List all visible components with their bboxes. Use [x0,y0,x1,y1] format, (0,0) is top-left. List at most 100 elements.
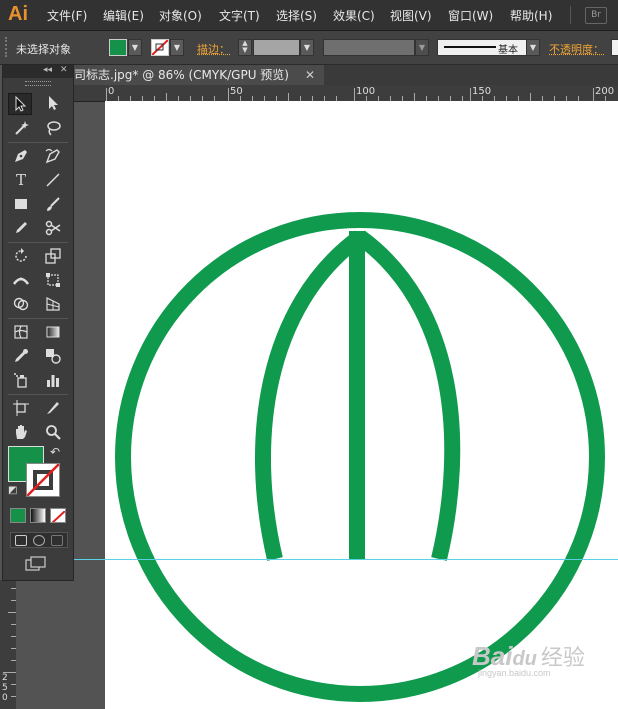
paintbrush-tool[interactable] [42,194,64,214]
stroke-weight-dropdown[interactable]: ▼ [300,39,314,56]
pencil-tool[interactable] [10,218,32,238]
menu-object[interactable]: 对象(O) [159,7,202,24]
eyedropper-tool[interactable] [10,346,32,366]
shape-builder-tool[interactable] [10,294,32,314]
bridge-button[interactable]: Br [585,7,607,24]
tools-panel-header[interactable]: ◂◂ ✕ [3,65,73,78]
menu-select[interactable]: 选择(S) [276,7,317,24]
pen-tool[interactable] [10,146,32,166]
fill-swatch[interactable] [109,39,127,56]
direct-selection-tool[interactable] [42,93,64,113]
symbol-sprayer-tool[interactable] [10,370,32,390]
opacity-field[interactable] [611,39,618,56]
variable-width-profile[interactable] [323,39,415,56]
slice-tool[interactable] [42,398,64,418]
pencil-icon [16,222,27,233]
menu-help[interactable]: 帮助(H) [510,7,552,24]
document-tab-bar: 司标志.jpg* @ 86% (CMYK/GPU 预览) ✕ [72,65,618,85]
artboard-tool[interactable] [10,398,32,418]
panel-grip[interactable] [3,78,73,88]
stroke-label[interactable]: 描边： [197,41,230,57]
stroke-weight-field[interactable] [253,39,300,56]
vruler-digit-5: 5 [2,683,8,693]
vertical-ruler[interactable]: 2 5 0 [0,580,16,709]
selection-tool[interactable] [8,93,32,115]
tools-panel: ◂◂ ✕ T ↶ ◩ [2,64,74,581]
scissors-tool[interactable] [42,218,64,238]
fill-dropdown[interactable]: ▼ [128,39,142,56]
profile-dropdown[interactable]: ▼ [415,39,429,56]
artboard[interactable] [105,101,618,709]
pen-icon [15,150,27,162]
ruler-label-0: 0 [108,86,115,97]
artboard-icon [13,400,29,416]
control-grip[interactable] [5,37,9,57]
width-tool[interactable] [10,270,32,290]
draw-behind-icon[interactable] [33,535,45,546]
stroke-dropdown[interactable]: ▼ [170,39,184,56]
zoom-tool[interactable] [42,422,64,442]
stroke-weight-stepper[interactable]: ▲ ▼ [238,39,252,56]
logo-right-arc[interactable] [355,230,461,561]
swap-fill-stroke-icon[interactable]: ↶ [50,445,60,459]
direct-selection-icon [49,96,58,110]
line-tool[interactable] [42,170,64,190]
magic-wand-tool[interactable] [10,118,32,138]
scale-tool[interactable] [42,246,64,266]
close-panel-icon[interactable]: ✕ [60,65,68,75]
draw-normal-icon[interactable] [15,535,27,546]
logo-left-arc[interactable] [255,230,365,561]
menu-effect[interactable]: 效果(C) [333,7,375,24]
paintbrush-icon [47,197,60,211]
menu-view[interactable]: 视图(V) [390,7,432,24]
horizontal-ruler[interactable]: 0 50 100 150 200 [72,85,618,102]
curvature-tool[interactable] [42,146,64,166]
brush-definition[interactable]: 基本 [437,39,539,56]
tools-divider [8,142,68,143]
opacity-label[interactable]: 不透明度： [549,41,604,57]
document-tab[interactable]: 司标志.jpg* @ 86% (CMYK/GPU 预览) [72,65,324,85]
selection-status: 未选择对象 [16,43,71,56]
rectangle-tool[interactable] [10,194,32,214]
logo-artwork[interactable] [105,101,618,709]
gradient-mode-button[interactable] [30,508,46,523]
line-segment-icon [46,173,60,187]
hand-icon [16,425,27,439]
color-mode-button[interactable] [10,508,26,523]
menu-file[interactable]: 文件(F) [47,7,87,24]
shape-builder-icon [13,297,29,311]
menu-window[interactable]: 窗口(W) [448,7,493,24]
horizontal-guide[interactable] [16,559,618,560]
gradient-tool[interactable] [42,322,64,342]
type-tool[interactable]: T [10,170,32,190]
no-stroke-icon [27,464,59,496]
stroke-color-swatch[interactable] [26,463,60,497]
menu-bar: Ai 文件(F) 编辑(E) 对象(O) 文字(T) 选择(S) 效果(C) 视… [0,0,618,31]
mesh-tool[interactable] [10,322,32,342]
free-transform-icon [46,273,60,287]
column-graph-tool[interactable] [42,370,64,390]
stroke-swatch[interactable] [151,39,169,56]
free-transform-tool[interactable] [42,270,64,290]
selection-arrow-icon [15,95,27,112]
ruler-label-100: 100 [356,86,376,97]
rectangle-icon [15,199,27,209]
menu-edit[interactable]: 编辑(E) [103,7,144,24]
collapse-panel-icon[interactable]: ◂◂ [43,65,52,75]
brush-dropdown[interactable]: ▼ [526,39,540,56]
lasso-tool[interactable] [42,118,64,138]
perspective-grid-tool[interactable] [42,294,64,314]
close-tab-icon[interactable]: ✕ [305,65,315,85]
default-colors-icon[interactable]: ◩ [8,485,17,496]
menu-type[interactable]: 文字(T) [219,7,260,24]
hand-tool[interactable] [10,422,32,442]
ruler-label-200: 200 [595,86,615,97]
symbol-sprayer-icon [14,373,27,388]
perspective-grid-icon [46,297,60,311]
none-mode-button[interactable] [50,508,66,523]
change-screen-mode-button[interactable] [25,556,47,571]
blend-tool[interactable] [42,346,64,366]
lasso-icon [47,121,61,136]
draw-inside-icon[interactable] [51,535,63,546]
rotate-tool[interactable] [10,246,32,266]
